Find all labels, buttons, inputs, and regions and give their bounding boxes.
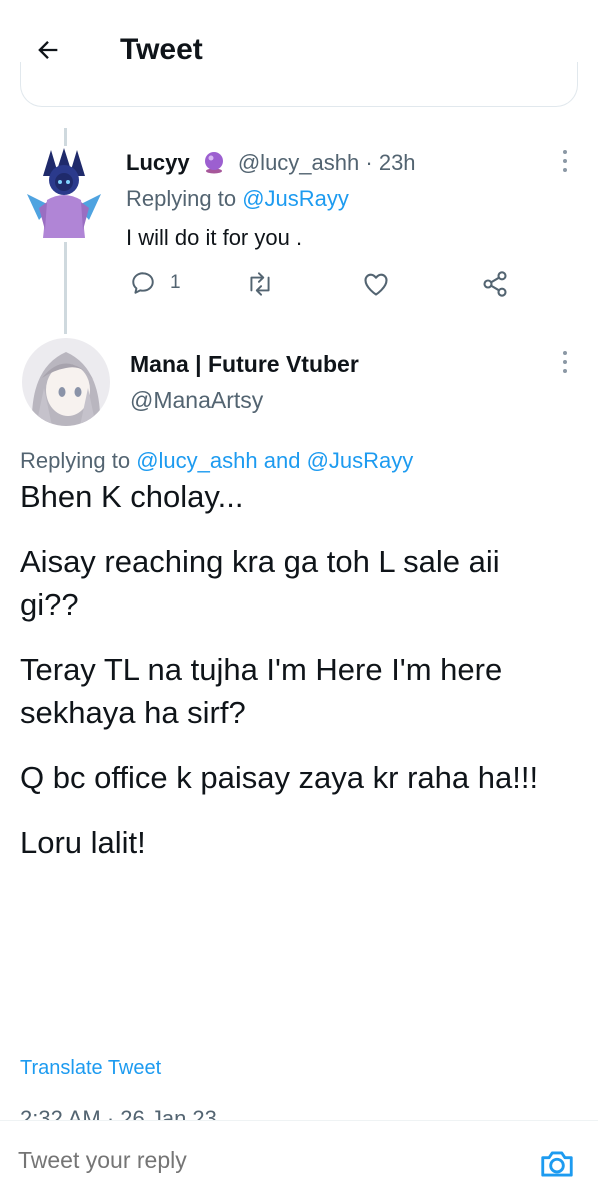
replying-to-link-2[interactable]: @JusRayy (307, 448, 414, 473)
main-tweet-text: Bhen K cholay... Aisay reaching kra ga t… (20, 475, 580, 886)
reply-author-handle[interactable]: @lucy_ashh (238, 150, 359, 175)
replying-to-and: and (263, 448, 301, 473)
avatar-image (27, 148, 101, 238)
main-author-handle[interactable]: @ManaArtsy (130, 385, 263, 415)
main-author-name[interactable]: Mana | Future Vtuber (130, 349, 359, 379)
like-action[interactable] (362, 271, 390, 297)
main-more-button[interactable] (553, 348, 577, 378)
tweet-paragraph: Q bc office k paisay zaya kr raha ha!!! (20, 760, 539, 795)
avatar-lucyy[interactable] (21, 146, 107, 242)
translate-tweet-link[interactable]: Translate Tweet (20, 1054, 161, 1082)
tweet-paragraph: Teray TL na tujha I'm Here I'm here sekh… (20, 652, 503, 730)
reply-input[interactable] (16, 1139, 500, 1181)
avatar-mana[interactable] (22, 338, 110, 426)
replying-to-link-1[interactable]: @lucy_ashh (136, 448, 257, 473)
camera-button[interactable] (538, 1145, 576, 1183)
reply-tweet-header: Lucyy @lucy_ashh · 23h (126, 148, 416, 178)
share-icon (483, 271, 507, 297)
main-replying-to: Replying to @lucy_ashh and @JusRayy (20, 446, 413, 476)
thread-line-connector (64, 242, 67, 334)
reply-icon (132, 272, 154, 294)
replying-to-label: Replying to (20, 448, 131, 473)
reply-time[interactable]: 23h (379, 150, 416, 175)
reply-author-name[interactable]: Lucyy (126, 150, 190, 175)
reply-replying-to: Replying to @JusRayy (126, 184, 349, 214)
reply-tweet-text: I will do it for you . (126, 225, 303, 250)
reply-composer (0, 1120, 598, 1201)
tweet-paragraph: Bhen K cholay... (20, 479, 244, 514)
avatar-image (22, 338, 110, 426)
reply-action[interactable]: 1 (130, 270, 181, 296)
like-icon (364, 273, 388, 296)
back-arrow-icon (38, 41, 58, 59)
replying-to-label: Replying to (126, 186, 237, 211)
reply-more-button[interactable] (553, 147, 577, 177)
retweet-action[interactable] (245, 271, 275, 297)
tweet-paragraph: Aisay reaching kra ga toh L sale aii gi?… (20, 544, 500, 622)
replying-to-link[interactable]: @JusRayy (242, 186, 349, 211)
thread-line-top (64, 128, 67, 146)
share-action[interactable] (481, 270, 509, 298)
tweet-paragraph: Loru lalit! (20, 825, 146, 860)
camera-icon (541, 1151, 573, 1177)
crystal-ball-icon (202, 150, 226, 174)
previous-tweet-card-edge (20, 62, 578, 107)
reply-count: 1 (170, 272, 181, 293)
separator-dot: · (365, 150, 373, 175)
retweet-icon (250, 272, 270, 296)
